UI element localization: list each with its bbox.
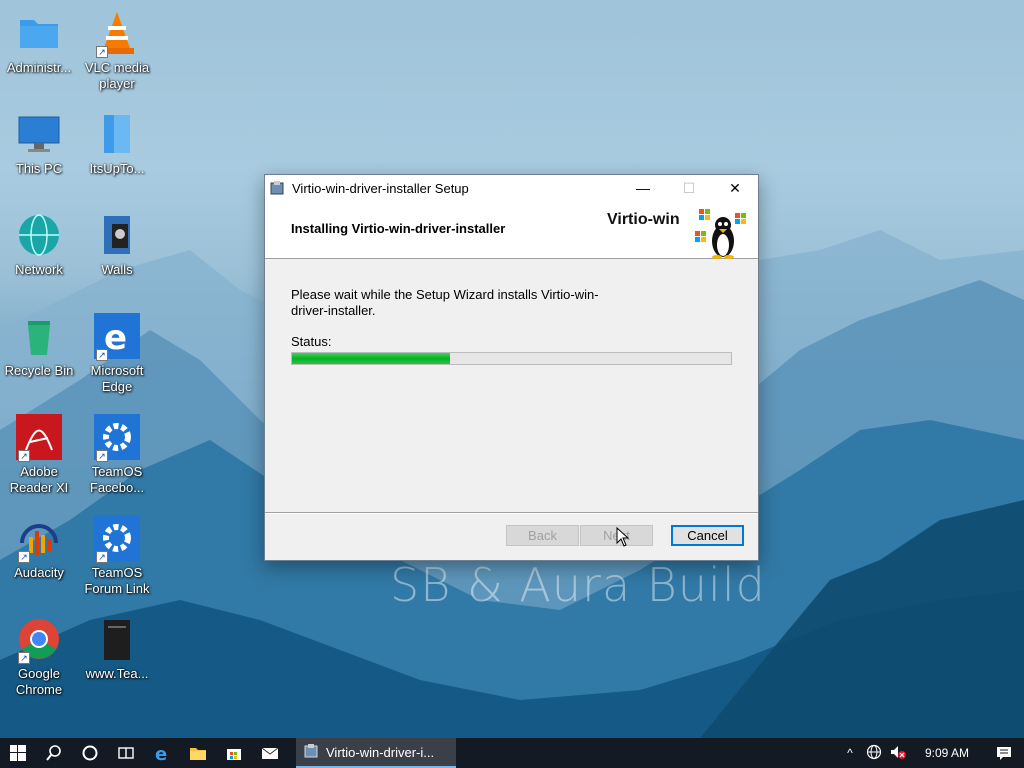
brand-name: Virtio-win bbox=[607, 211, 680, 228]
document-icon bbox=[94, 111, 140, 157]
desktop-icon-adobe-reader[interactable]: ↗ Adobe Reader XI bbox=[0, 408, 78, 504]
desktop-icon-label: TeamOS Facebo... bbox=[89, 464, 145, 495]
taskbar-store[interactable] bbox=[216, 738, 252, 768]
shortcut-arrow-icon: ↗ bbox=[18, 450, 30, 462]
start-button[interactable] bbox=[0, 738, 36, 768]
desktop-icon-this-pc[interactable]: This PC bbox=[0, 105, 78, 201]
button-separator bbox=[265, 512, 758, 514]
search-icon bbox=[46, 745, 61, 761]
mail-icon bbox=[261, 747, 279, 759]
desktop-icon-www-team[interactable]: www.Tea... bbox=[78, 610, 156, 706]
shortcut-arrow-icon: ↗ bbox=[96, 551, 108, 563]
close-button[interactable]: ✕ bbox=[712, 175, 758, 201]
progress-bar-fill bbox=[292, 353, 451, 364]
desktop-icon-google-chrome[interactable]: ↗ Google Chrome bbox=[0, 610, 78, 706]
computer-icon bbox=[16, 111, 62, 157]
action-center-button[interactable] bbox=[984, 738, 1024, 768]
desktop-icon-label: Adobe Reader XI bbox=[9, 464, 69, 495]
shortcut-arrow-icon: ↗ bbox=[96, 46, 108, 58]
desktop-icon-microsoft-edge[interactable]: e ↗ Microsoft Edge bbox=[78, 307, 156, 403]
maximize-button: ☐ bbox=[682, 180, 696, 196]
desktop-icon-teamos-facebook[interactable]: ↗ TeamOS Facebo... bbox=[78, 408, 156, 504]
desktop-icon-itsupto[interactable]: ItsUpTo... bbox=[78, 105, 156, 201]
store-icon bbox=[227, 749, 241, 760]
volume-muted-icon[interactable] bbox=[886, 744, 910, 763]
search-button[interactable] bbox=[36, 738, 72, 768]
desktop-icon-vlc[interactable]: ↗ VLC media player bbox=[78, 4, 156, 100]
minimize-button[interactable]: — bbox=[620, 175, 666, 201]
image-file-icon bbox=[94, 212, 140, 258]
tux-windows-logo-icon bbox=[695, 205, 755, 259]
wallpaper-watermark: SB & Aura Build bbox=[390, 558, 766, 612]
edge-icon: e bbox=[155, 744, 167, 762]
status-label: Status: bbox=[291, 334, 332, 349]
taskbar-mail[interactable] bbox=[252, 738, 288, 768]
desktop-icon-label: This PC bbox=[15, 161, 63, 176]
task-view-icon bbox=[118, 747, 134, 759]
edge-icon: e ↗ bbox=[94, 313, 140, 361]
file-explorer-icon bbox=[190, 748, 206, 760]
installer-icon bbox=[270, 180, 286, 196]
desktop-icon-audacity[interactable]: ↗ Audacity bbox=[0, 509, 78, 605]
cortana-button[interactable] bbox=[72, 738, 108, 768]
desktop-icon-label: Audacity bbox=[14, 565, 64, 580]
shortcut-arrow-icon: ↗ bbox=[18, 551, 30, 563]
gear-icon: ↗ bbox=[94, 414, 140, 462]
desktop-icon-recycle-bin[interactable]: Recycle Bin bbox=[0, 307, 78, 403]
cortana-icon bbox=[82, 745, 98, 761]
desktop-icon-label: ItsUpTo... bbox=[89, 161, 145, 176]
task-view-button[interactable] bbox=[108, 738, 144, 768]
system-tray: ^ 9:09 AM bbox=[838, 738, 1024, 768]
installer-icon bbox=[304, 743, 320, 762]
audacity-icon: ↗ bbox=[16, 515, 62, 563]
desktop-icon-label: Administr... bbox=[6, 60, 72, 75]
dialog-body: Please wait while the Setup Wizard insta… bbox=[265, 259, 758, 512]
dialog-title: Virtio-win-driver-installer Setup bbox=[292, 180, 469, 196]
folder-icon bbox=[16, 10, 62, 56]
desktop-icon-network[interactable]: Network bbox=[0, 206, 78, 302]
tray-chevron-icon[interactable]: ^ bbox=[838, 746, 862, 760]
taskbar: e Virtio-win-driver-i... ^ 9:09 AM bbox=[0, 738, 1024, 768]
desktop-icon-label: Network bbox=[15, 262, 63, 277]
network-status-icon[interactable] bbox=[862, 744, 886, 763]
adobe-reader-icon: ↗ bbox=[16, 414, 62, 462]
notification-icon bbox=[997, 747, 1011, 760]
setup-dialog: Virtio-win-driver-installer Setup — ☐ ✕ … bbox=[264, 174, 759, 561]
start-icon bbox=[10, 745, 26, 761]
taskbar-clock[interactable]: 9:09 AM bbox=[910, 746, 984, 760]
vlc-icon: ↗ bbox=[94, 10, 140, 58]
desktop-icon-label: Walls bbox=[101, 262, 133, 277]
back-button[interactable]: Back bbox=[506, 525, 579, 546]
gear-icon: ↗ bbox=[94, 515, 140, 563]
network-globe-icon bbox=[16, 212, 62, 258]
recycle-bin-icon bbox=[16, 313, 62, 359]
taskbar-active-label: Virtio-win-driver-i... bbox=[326, 744, 435, 760]
desktop-icon-walls[interactable]: Walls bbox=[78, 206, 156, 302]
chrome-icon: ↗ bbox=[16, 616, 62, 664]
desktop-icon-administrator[interactable]: Administr... bbox=[0, 4, 78, 100]
banner-heading: Installing Virtio-win-driver-installer bbox=[291, 221, 506, 236]
cancel-button[interactable]: Cancel bbox=[671, 525, 744, 546]
taskbar-edge[interactable]: e bbox=[144, 738, 180, 768]
dialog-banner: Installing Virtio-win-driver-installer V… bbox=[265, 201, 758, 259]
svg-text:e: e bbox=[155, 744, 167, 762]
shortcut-arrow-icon: ↗ bbox=[18, 652, 30, 664]
install-message: Please wait while the Setup Wizard insta… bbox=[291, 287, 599, 318]
desktop-icon-label: Microsoft Edge bbox=[90, 363, 144, 394]
taskbar-file-explorer[interactable] bbox=[180, 738, 216, 768]
desktop-icon-label: TeamOS Forum Link bbox=[84, 565, 150, 596]
mouse-cursor-icon bbox=[616, 527, 630, 547]
desktop-icon-label: Google Chrome bbox=[15, 666, 63, 697]
dialog-titlebar[interactable]: Virtio-win-driver-installer Setup — ☐ ✕ bbox=[265, 175, 758, 201]
taskbar-active-setup[interactable]: Virtio-win-driver-i... bbox=[296, 738, 456, 768]
desktop-icon-label: Recycle Bin bbox=[4, 363, 74, 378]
shortcut-arrow-icon: ↗ bbox=[96, 349, 108, 361]
desktop-icon-label: VLC media player bbox=[84, 60, 150, 91]
desktop-icon-label: www.Tea... bbox=[85, 666, 149, 681]
shortcut-arrow-icon: ↗ bbox=[96, 450, 108, 462]
desktop-icon-teamos-forum[interactable]: ↗ TeamOS Forum Link bbox=[78, 509, 156, 605]
file-icon bbox=[94, 616, 140, 662]
install-progress-bar bbox=[291, 352, 732, 365]
